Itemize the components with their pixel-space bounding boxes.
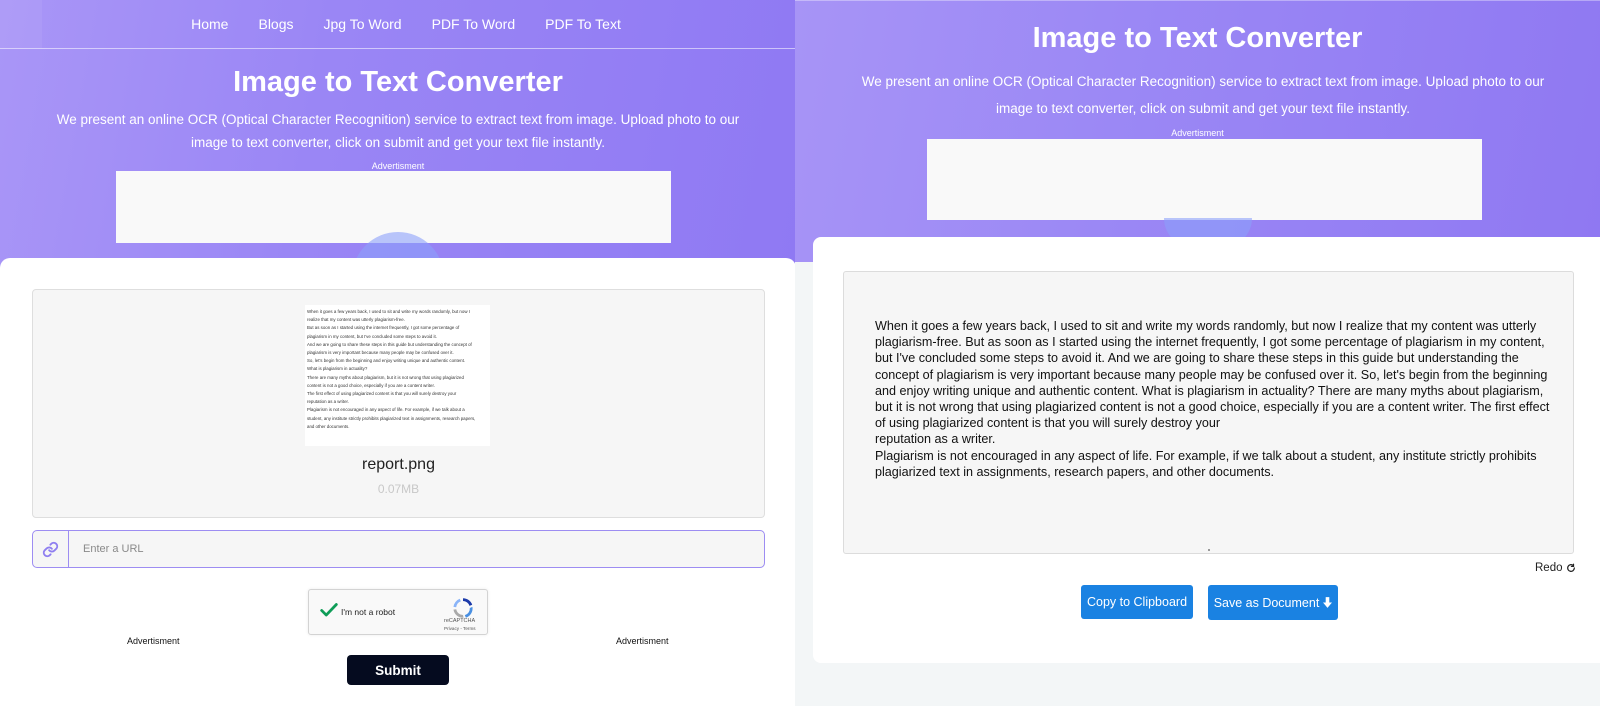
nav-links: Home Blogs Jpg To Word PDF To Word PDF T… <box>0 0 796 48</box>
page-subtitle: We present an online OCR (Optical Charac… <box>56 112 740 150</box>
redo-icon <box>1566 563 1575 572</box>
ad-label-right: Advertisment <box>616 636 669 646</box>
ad-label: Advertisment <box>371 161 425 171</box>
redo-label: Redo <box>1535 562 1563 574</box>
thumbnail-text-line: plagiarism is very important because man… <box>307 350 454 356</box>
ad-banner[interactable] <box>927 139 1482 220</box>
thumbnail-text-line: When it goes a few years back, I used to… <box>307 309 470 314</box>
extracted-paragraph: When it goes a few years back, I used to… <box>875 319 1550 431</box>
recaptcha-label: I'm not a robot <box>341 607 396 617</box>
extracted-paragraph: reputation as a writer. <box>875 432 996 447</box>
thumbnail-text-line: realize that my content was utterly plag… <box>307 317 405 323</box>
extracted-paragraph: Plagiarism is not encouraged in any aspe… <box>875 448 1537 479</box>
thumbnail-text-line: There are many myths about plagiarism, b… <box>307 374 464 380</box>
upload-view: Home Blogs Jpg To Word PDF To Word PDF T… <box>0 0 796 706</box>
ad-label: Advertisment <box>1171 128 1224 138</box>
submit-button[interactable]: Submit <box>347 655 449 685</box>
thumbnail-text-line: So, let's begin from the beginning and e… <box>307 358 466 364</box>
download-arrow-icon <box>1323 597 1333 608</box>
divider <box>795 0 1600 1</box>
resize-handle[interactable] <box>1208 549 1210 551</box>
top-navbar: Home Blogs Jpg To Word PDF To Word PDF T… <box>0 0 796 49</box>
thumbnail-text-line: Plagiarism is not encouraged in any aspe… <box>307 407 465 413</box>
nav-jpg-to-word[interactable]: Jpg To Word <box>324 16 402 32</box>
copy-to-clipboard-button[interactable]: Copy to Clipboard <box>1081 585 1193 619</box>
recaptcha-brand: reCAPTCHA <box>444 618 476 624</box>
screenshot-root: Home Blogs Jpg To Word PDF To Word PDF T… <box>0 0 1600 706</box>
file-thumbnail: When it goes a few years back, I used to… <box>305 305 490 446</box>
thumbnail-text-line: reputation as a writer. <box>307 399 349 405</box>
thumbnail-text-line: What is plagiarism in actuality? <box>307 366 368 372</box>
nav-pdf-to-word[interactable]: PDF To Word <box>432 16 516 32</box>
url-input[interactable] <box>69 531 764 567</box>
nav-blogs[interactable]: Blogs <box>258 16 293 32</box>
thumbnail-text-line: But as soon as I started using the inter… <box>307 325 460 331</box>
thumbnail-text-line: plagiarism in my content, but I've concl… <box>307 333 437 339</box>
thumbnail-text-line: The first effect of using plagiarized co… <box>307 391 457 397</box>
save-label: Save as Document <box>1213 595 1320 610</box>
file-size: 0.07MB <box>377 482 420 496</box>
checkmark-icon <box>320 603 338 617</box>
thumbnail-text-line: student, any institute strictly prohibit… <box>307 415 476 421</box>
nav-pdf-to-text[interactable]: PDF To Text <box>545 16 621 32</box>
thumbnail-text-line: And we are going to share these steps in… <box>307 341 472 347</box>
file-name: report.png <box>362 456 435 473</box>
ad-label-left: Advertisment <box>127 636 180 646</box>
result-view: Image to Text Converter We present an on… <box>795 0 1600 706</box>
extracted-text[interactable]: When it goes a few years back, I used to… <box>875 318 1555 480</box>
url-field-group <box>32 530 765 568</box>
nav-home[interactable]: Home <box>191 16 228 32</box>
save-as-document-button[interactable]: Save as Document <box>1208 585 1338 620</box>
page-title: Image to Text Converter <box>1032 22 1363 54</box>
page-title: Image to Text Converter <box>233 66 563 98</box>
link-icon <box>33 531 69 567</box>
redo-button[interactable]: Redo <box>1535 562 1576 574</box>
thumbnail-text-line: content is not a good choice, especially… <box>307 382 435 388</box>
page-subtitle: We present an online OCR (Optical Charac… <box>861 74 1545 116</box>
recaptcha-widget[interactable]: I'm not a robot reCAPTCHA Privacy - Term… <box>308 589 488 635</box>
recaptcha-links[interactable]: Privacy - Terms <box>444 626 476 631</box>
thumbnail-text-line: and other documents. <box>307 423 350 429</box>
